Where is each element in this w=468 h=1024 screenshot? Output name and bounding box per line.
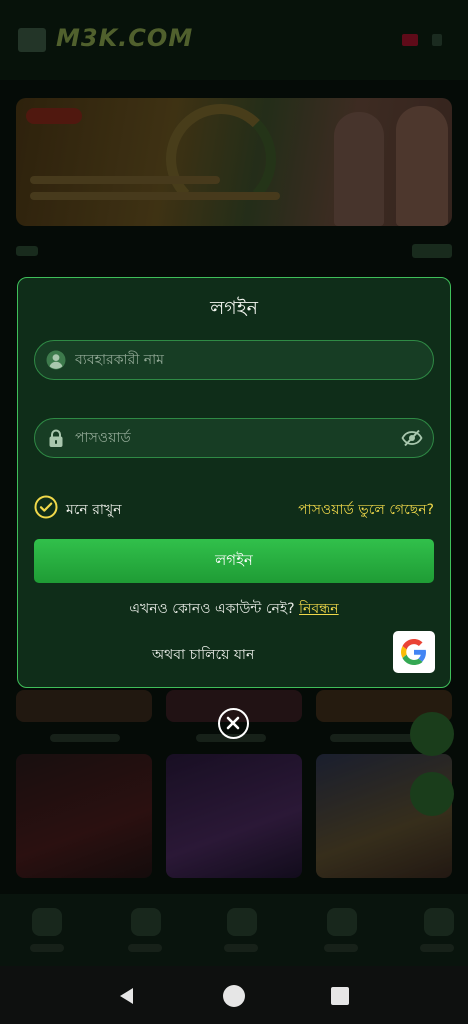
close-modal-button[interactable] [218, 708, 249, 739]
screen: M3K.COM লগইন ব্যবহারকারী নাম মনে রাখুন প… [0, 0, 468, 1024]
login-modal: লগইন ব্যবহারকারী নাম মনে রাখুন পাসওয়ার্… [17, 277, 451, 688]
password-field[interactable] [34, 418, 434, 458]
forgot-password-link[interactable]: পাসওয়ার্ড ভুলে গেছেন? [298, 498, 434, 522]
google-login-button[interactable] [393, 631, 435, 673]
google-icon [401, 639, 426, 665]
close-icon [226, 716, 240, 730]
login-title: লগইন [210, 297, 258, 319]
username-input[interactable] [75, 341, 395, 378]
user-icon [46, 350, 66, 370]
no-account-text: এখনও কোনও একাউন্ট নেই? [129, 601, 295, 617]
login-button[interactable]: লগইন [34, 539, 434, 583]
signup-link[interactable]: নিবন্ধন [299, 601, 339, 617]
lock-icon [49, 429, 63, 447]
system-nav-bar [0, 966, 468, 1024]
signup-row: এখনও কোনও একাউন্ট নেই? নিবন্ধন [18, 597, 450, 621]
back-icon[interactable] [116, 985, 138, 1007]
recent-apps-icon[interactable] [331, 987, 349, 1005]
home-icon[interactable] [223, 985, 245, 1007]
password-input[interactable] [75, 419, 395, 456]
eye-off-icon[interactable] [401, 428, 423, 448]
checkbox-checked-icon[interactable] [34, 495, 58, 519]
username-field[interactable] [34, 340, 434, 380]
remember-label: মনে রাখুন [66, 502, 122, 518]
or-continue-text: অথবা চালিয়ে যান [152, 647, 255, 663]
